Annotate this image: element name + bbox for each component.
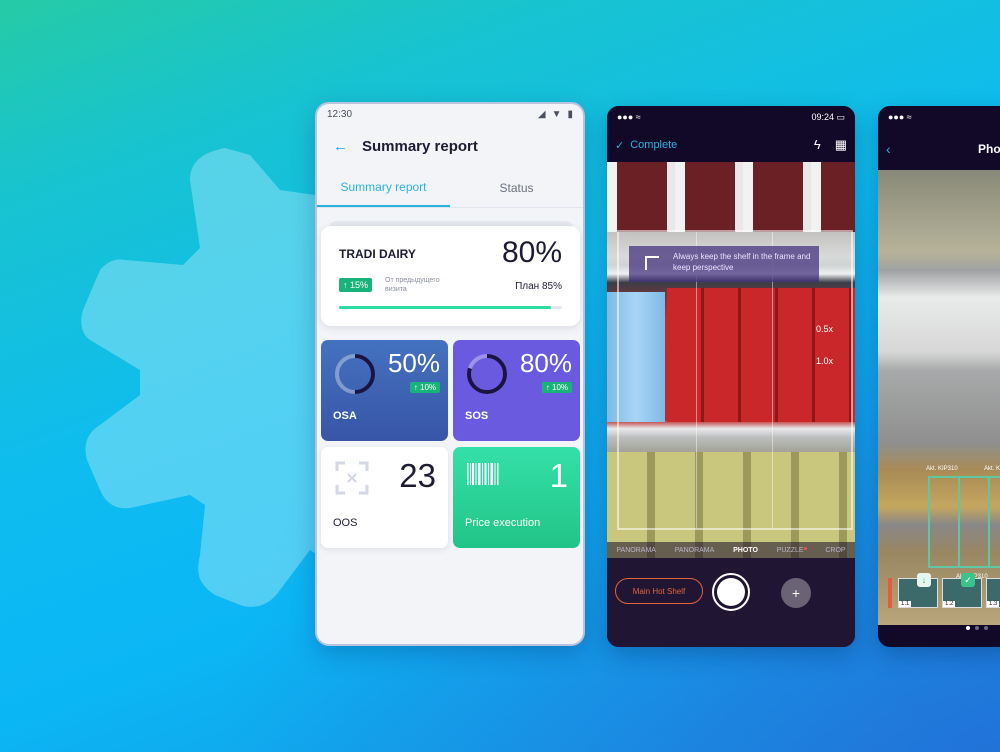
osa-delta-badge: ↑ 10% (409, 382, 440, 393)
photo-header: ‹ Pho (878, 128, 1000, 170)
thumbnail[interactable]: 1.2 ✓ (942, 573, 982, 608)
camera-viewfinder[interactable]: Always keep the shelf in the frame and k… (607, 162, 855, 592)
complete-button[interactable]: ✓ Complete (615, 139, 677, 152)
shelf-photo[interactable]: Akt. KIP310 Akt. KIP310 Akt. KIP310 (878, 170, 1000, 625)
photo-review-phone: ●●● ≈ ‹ Pho Akt. KIP310 Akt. KIP310 Akt.… (878, 106, 1000, 647)
mode-puzzle-label: PUZZLE (776, 546, 804, 554)
battery-icon: ▮ (567, 108, 573, 120)
gear-decoration-icon (81, 148, 325, 607)
signal-wifi-icon: ●●● ≈ (617, 112, 641, 122)
flash-auto-icon[interactable]: ϟ (814, 137, 821, 153)
thumbnail-number: 1.1 (899, 601, 912, 607)
price-execution-tile[interactable]: 1 Price execution (453, 447, 580, 548)
section-marker (888, 578, 892, 608)
page-dot[interactable] (975, 626, 979, 630)
oos-tile[interactable]: 23 OOS (321, 447, 448, 548)
status-time: 09:24 (811, 111, 834, 122)
tip-text: Always keep the shelf in the frame and k… (673, 252, 811, 272)
sos-value: 80% (519, 348, 572, 378)
price-tag-label: Akt. KIP310 (984, 466, 1000, 472)
status-time: 12:30 (327, 108, 353, 120)
back-arrow-icon[interactable]: ← (333, 138, 348, 155)
thumbnail-number: 1.2 (943, 601, 956, 607)
signal-wifi-icon: ●●● ≈ (888, 112, 912, 122)
tab-status[interactable]: Status (450, 168, 583, 207)
shelf-select-button[interactable]: Main Hot Shelf (615, 578, 703, 604)
photo-title: Pho (978, 142, 1000, 156)
oos-label: OOS (333, 517, 358, 529)
back-chevron-icon[interactable]: ‹ (886, 141, 891, 157)
camera-phone: ●●● ≈ 09:24 ▭ ✓ Complete ϟ ▦ Always keep… (607, 106, 855, 647)
barcode-icon (467, 463, 499, 485)
milk-shelf-image (607, 162, 855, 232)
thumbnail-number: 1.3 (987, 601, 1000, 607)
check-icon: ✓ (961, 573, 975, 587)
sos-label: SOS (465, 410, 489, 422)
status-bar: ●●● ≈ 09:24 ▭ (607, 106, 855, 128)
osa-label: OSA (333, 410, 357, 422)
mode-photo[interactable]: PHOTO (733, 547, 758, 554)
price-tag-label: Akt. KIP310 (926, 466, 958, 472)
frame-corner-icon (645, 256, 659, 270)
sos-delta-badge: ↑ 10% (541, 382, 572, 393)
camera-toolbar: ✓ Complete ϟ ▦ (607, 128, 855, 162)
thumbnail[interactable]: 1.1 ↓ (898, 573, 938, 608)
status-bar: ●●● ≈ (878, 106, 1000, 128)
osa-ring-chart (335, 354, 375, 394)
brand-score: 80% (501, 236, 562, 269)
mode-panorama-2[interactable]: PANORAMA (675, 547, 715, 554)
tab-summary-report[interactable]: Summary report (317, 168, 450, 207)
progress-bar (339, 306, 562, 309)
sos-ring-chart (467, 354, 507, 394)
page-dot[interactable] (984, 626, 988, 630)
mode-crop[interactable]: CROP (825, 547, 845, 554)
osa-tile[interactable]: 50% ↑ 10% OSA (321, 340, 448, 441)
zoom-1-0x[interactable]: 1.0x (816, 356, 833, 366)
battery-icon: ▭ (836, 111, 845, 122)
mode-puzzle[interactable]: PUZZLE (776, 546, 807, 554)
sos-tile[interactable]: 80% ↑ 10% SOS (453, 340, 580, 441)
photo-thumbnails: 1.1 ↓ 1.2 ✓ 1.3 (888, 573, 1000, 614)
price-execution-label: Price execution (465, 517, 541, 529)
price-execution-value: 1 (549, 457, 568, 494)
wifi-icon: ▼ (551, 108, 562, 120)
capture-mode-bar: PANORAMA PANORAMA PHOTO PUZZLE CROP (607, 542, 855, 558)
osa-value: 50% (387, 348, 440, 378)
complete-label: Complete (630, 139, 678, 151)
page-dot[interactable] (966, 626, 970, 630)
zoom-0-5x[interactable]: 0.5x (816, 324, 833, 334)
new-dot-icon (803, 546, 807, 550)
add-button[interactable]: + (781, 578, 811, 608)
check-icon: ✓ (615, 139, 625, 152)
brand-name: TRADI DAIRY (339, 247, 416, 261)
camera-controls: Main Hot Shelf + (607, 558, 855, 647)
summary-report-phone: 12:30 ◢ ▼ ▮ ← Summary report Summary rep… (315, 102, 585, 646)
signal-icon: ◢ (537, 108, 546, 120)
oos-value: 23 (399, 457, 436, 494)
page-title: Summary report (362, 137, 478, 155)
thumbnail[interactable]: 1.3 (986, 578, 1000, 608)
tab-bar: Summary report Status (317, 168, 583, 208)
delta-badge: ↑ 15% (339, 278, 373, 292)
detected-product-box[interactable] (928, 476, 1000, 568)
tip-banner: Always keep the shelf in the frame and k… (629, 246, 819, 282)
plan-value: План 85% (515, 281, 562, 292)
delta-caption: От предыдущего визита (385, 277, 440, 293)
progress-fill (339, 306, 551, 309)
status-bar: 12:30 ◢ ▼ ▮ (317, 104, 583, 124)
shutter-button[interactable] (712, 573, 750, 611)
grid-icon[interactable]: ▦ (835, 137, 847, 153)
app-header: ← Summary report (317, 124, 583, 168)
mode-panorama-1[interactable]: PANORAMA (616, 547, 656, 554)
download-icon: ↓ (917, 573, 931, 587)
page-indicator (966, 626, 988, 630)
brand-summary-card[interactable]: TRADI DAIRY 80% ↑ 15% От предыдущего виз… (321, 226, 580, 326)
out-of-stock-icon (335, 461, 369, 495)
